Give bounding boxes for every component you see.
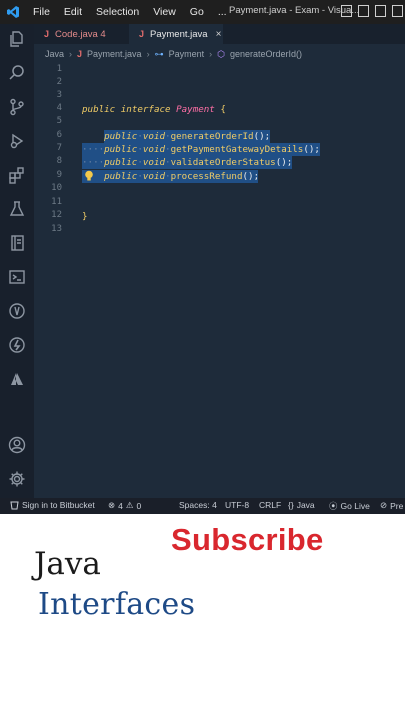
line-number: 11: [51, 197, 62, 207]
code-editor[interactable]: 1 2 3 4 5 6 7 8 9 10 11 12 13 public int…: [34, 64, 405, 498]
line-number: 2: [56, 77, 62, 87]
line-number: 10: [51, 183, 62, 193]
java-caption: Java: [34, 546, 101, 582]
tab-code-java[interactable]: J Code.java 4: [34, 24, 129, 44]
warning-icon: ⚠: [125, 500, 134, 510]
lightbulb-icon[interactable]: [84, 170, 94, 182]
menu-selection[interactable]: Selection: [89, 6, 146, 18]
menu-edit[interactable]: Edit: [57, 6, 89, 18]
java-file-icon: J: [44, 29, 50, 39]
terminal-icon[interactable]: [6, 266, 28, 288]
code-line-method: public·void·processRefund();: [104, 171, 260, 182]
chevron-right-icon: ›: [146, 49, 150, 59]
azure-icon[interactable]: [6, 368, 28, 390]
language-status[interactable]: {} Java: [288, 500, 315, 510]
tab-label: Payment.java: [150, 28, 208, 40]
menu-file[interactable]: File: [26, 6, 57, 18]
code-line-method: ····public·void·validateOrderStatus();: [82, 157, 293, 168]
subscribe-caption: Subscribe: [171, 522, 324, 557]
title-bar: File Edit Selection View Go ... Payment.…: [0, 0, 405, 24]
power-icon[interactable]: [6, 334, 28, 356]
notebook-icon[interactable]: [6, 232, 28, 254]
line-number: 4: [56, 103, 62, 113]
account-icon[interactable]: [6, 434, 28, 456]
code-line-method: public·void·generateOrderId();: [104, 131, 271, 142]
line-number-gutter: 1 2 3 4 5 6 7 8 9 10 11 12 13: [34, 64, 82, 498]
error-icon: ⊗: [108, 500, 116, 510]
line-number: 13: [51, 224, 62, 234]
toggle-sidebar-icon[interactable]: [341, 5, 352, 17]
toggle-panel-icon[interactable]: [358, 5, 369, 17]
line-number: 5: [56, 116, 62, 126]
breadcrumb-symbol[interactable]: Payment: [169, 49, 205, 59]
testing-icon[interactable]: [6, 198, 28, 220]
bitbucket-status[interactable]: Sign in to Bitbucket: [10, 500, 95, 510]
vscode-logo-icon: [0, 0, 26, 24]
status-bar: Sign in to Bitbucket ⊗ 4 ⚠ 0 Spaces: 4 U…: [0, 498, 405, 514]
broadcast-icon: ⦿: [329, 501, 338, 511]
line-number: 8: [56, 156, 62, 166]
braces-icon: {}: [288, 500, 294, 510]
prettier-icon: ⊘: [380, 500, 388, 510]
tab-payment-java[interactable]: J Payment.java ×: [129, 24, 223, 44]
activity-bar: [0, 24, 34, 498]
chevron-right-icon: ›: [209, 49, 213, 59]
bitbucket-icon: [10, 501, 19, 509]
editor-tabs: J Code.java 4 J Payment.java ×: [34, 24, 405, 44]
tab-label: Code.java 4: [55, 28, 106, 40]
problems-status[interactable]: ⊗ 4 ⚠ 0: [108, 500, 141, 511]
customize-layout-icon[interactable]: [392, 5, 403, 17]
bitbucket-icon[interactable]: [6, 300, 28, 322]
line-number: 3: [56, 90, 62, 100]
interfaces-caption: Interfaces: [38, 587, 196, 622]
java-file-icon: J: [139, 29, 145, 39]
breadcrumb-method[interactable]: generateOrderId(): [230, 49, 302, 59]
java-file-icon: J: [77, 49, 83, 59]
code-line-method: ····public·void·getPaymentGatewayDetails…: [82, 144, 320, 155]
line-number: 1: [56, 64, 62, 74]
breadcrumb-file[interactable]: Payment.java: [87, 49, 142, 59]
eol-status[interactable]: CRLF: [259, 500, 281, 510]
code-line-closing-brace: }: [82, 211, 88, 222]
method-symbol-icon: ⬡: [217, 48, 225, 59]
settings-gear-icon[interactable]: [6, 468, 28, 490]
code-line-interface: public interface Payment {: [82, 104, 226, 115]
chevron-right-icon: ›: [69, 49, 73, 59]
run-debug-icon[interactable]: [6, 130, 28, 152]
menu-view[interactable]: View: [146, 6, 183, 18]
breadcrumb-root[interactable]: Java: [45, 49, 64, 59]
extensions-icon[interactable]: [6, 164, 28, 186]
breadcrumb: Java › J Payment.java › ⊶ Payment › ⬡ ge…: [34, 44, 405, 64]
encoding-status[interactable]: UTF-8: [225, 500, 249, 510]
search-icon[interactable]: [6, 62, 28, 84]
line-number: 9: [56, 170, 62, 180]
toggle-secondary-sidebar-icon[interactable]: [375, 5, 386, 17]
line-number: 6: [56, 130, 62, 140]
layout-controls: [341, 5, 403, 17]
explorer-icon[interactable]: [6, 28, 28, 50]
prettier-status[interactable]: ⊘ Pre: [380, 500, 403, 511]
line-number: 7: [56, 143, 62, 153]
interface-symbol-icon: ⊶: [154, 48, 164, 59]
source-control-icon[interactable]: [6, 96, 28, 118]
go-live-status[interactable]: ⦿ Go Live: [329, 500, 370, 512]
menu-go[interactable]: Go: [183, 6, 211, 18]
indentation-status[interactable]: Spaces: 4: [179, 500, 217, 510]
line-number: 12: [51, 210, 62, 220]
close-tab-icon[interactable]: ×: [216, 29, 222, 40]
window-title: Payment.java - Exam - Visua...: [229, 5, 360, 16]
menu-bar: File Edit Selection View Go ...: [26, 6, 234, 18]
